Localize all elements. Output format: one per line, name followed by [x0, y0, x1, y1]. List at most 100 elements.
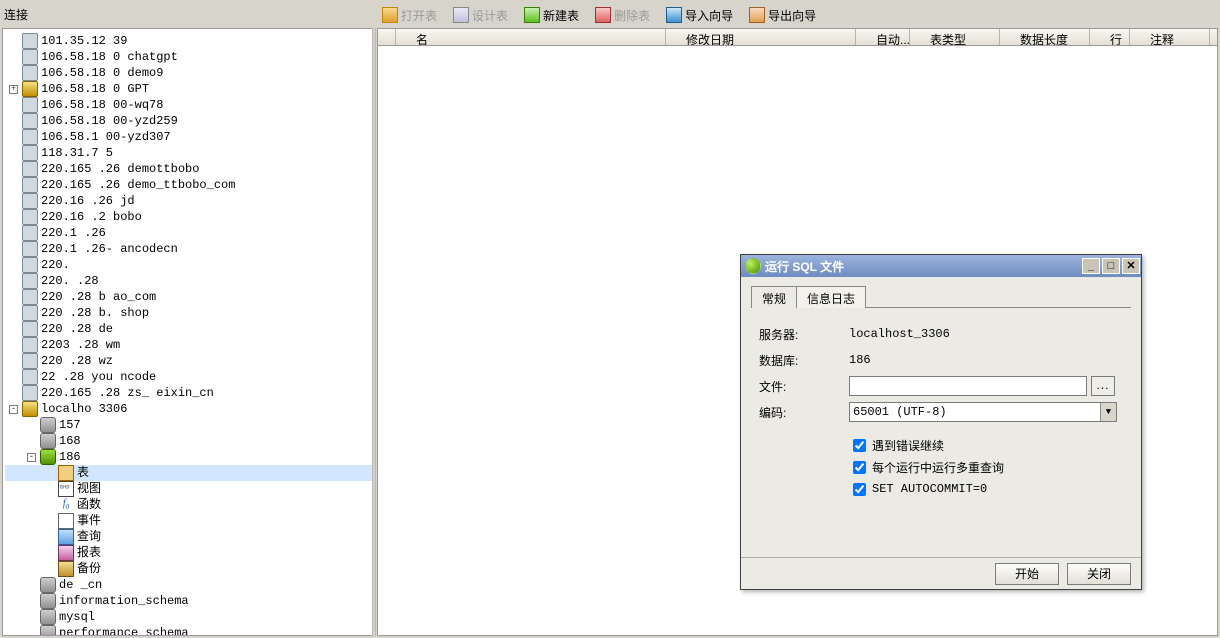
tree-node[interactable]: 220.165 .26 demo_ttbobo_com — [5, 177, 372, 193]
tree-node[interactable]: 视图 — [5, 481, 372, 497]
tree-node[interactable]: 220 .28 wz — [5, 353, 372, 369]
tree-node[interactable]: 168 — [5, 433, 372, 449]
delete-table-icon — [595, 7, 611, 23]
tree-node[interactable]: information_schema — [5, 593, 372, 609]
continue-on-error-row[interactable]: 遇到错误继续 — [849, 434, 1123, 456]
column-header[interactable]: 修改日期 — [666, 29, 856, 45]
tree-node[interactable]: 220.16 .26 jd — [5, 193, 372, 209]
node-icon — [58, 545, 74, 561]
tree-node[interactable]: 106.58.1 00-yzd307 — [5, 129, 372, 145]
close-button[interactable]: 关闭 — [1067, 563, 1131, 585]
node-icon — [22, 369, 38, 385]
tree-node[interactable]: 106.58.18 00-wq78 — [5, 97, 372, 113]
export-wizard-button[interactable]: 导出向导 — [743, 4, 822, 26]
node-label: 查询 — [77, 529, 101, 545]
node-label: 2203 .28 wm — [41, 337, 120, 353]
multi-query-checkbox[interactable] — [853, 461, 866, 474]
design-table-button[interactable]: 设计表 — [447, 4, 514, 26]
tree-node[interactable]: 表 — [5, 465, 372, 481]
tree-node[interactable]: 106.58.18 00-yzd259 — [5, 113, 372, 129]
delete-table-button[interactable]: 删除表 — [589, 4, 656, 26]
multi-query-row[interactable]: 每个运行中运行多重查询 — [849, 456, 1123, 478]
open-table-button[interactable]: 打开表 — [376, 4, 443, 26]
column-header[interactable] — [378, 29, 396, 45]
tree-node[interactable]: 106.58.18 0 chatgpt — [5, 49, 372, 65]
tree-node[interactable]: 220 .28 de — [5, 321, 372, 337]
left-panel-title: 连接 — [4, 8, 28, 22]
tab-general[interactable]: 常规 — [751, 286, 797, 308]
tree-node[interactable]: 备份 — [5, 561, 372, 577]
autocommit-checkbox[interactable] — [853, 483, 866, 496]
tree-node[interactable]: 2203 .28 wm — [5, 337, 372, 353]
column-header[interactable]: 名 — [396, 29, 666, 45]
node-icon — [40, 625, 56, 636]
node-icon — [22, 129, 38, 145]
tree-node[interactable]: 101.35.12 39 — [5, 33, 372, 49]
autocommit-row[interactable]: SET AUTOCOMMIT=0 — [849, 478, 1123, 500]
tree-node[interactable]: 118.31.7 5 — [5, 145, 372, 161]
new-table-button[interactable]: 新建表 — [518, 4, 585, 26]
node-label: 220 .28 de — [41, 321, 113, 337]
tree-node[interactable]: 157 — [5, 417, 372, 433]
node-icon — [40, 609, 56, 625]
column-header[interactable]: 自动... — [856, 29, 910, 45]
tree-node[interactable]: f0函数 — [5, 497, 372, 513]
node-icon — [22, 401, 38, 417]
node-label: de _cn — [59, 577, 102, 593]
file-input[interactable] — [849, 376, 1087, 396]
tree-node[interactable]: -186 — [5, 449, 372, 465]
left-panel-header: 连接 — [0, 4, 374, 26]
import-wizard-button[interactable]: 导入向导 — [660, 4, 739, 26]
column-header[interactable]: 数据长度 — [1000, 29, 1090, 45]
tree-node[interactable]: 220. — [5, 257, 372, 273]
tree-node[interactable]: performance_schema — [5, 625, 372, 636]
node-icon — [40, 417, 56, 433]
tree-node[interactable]: 220 .28 b. shop — [5, 305, 372, 321]
expand-toggle[interactable]: - — [9, 405, 18, 414]
tree-node[interactable]: 220.165 .26 demottbobo — [5, 161, 372, 177]
expand-toggle[interactable]: + — [9, 85, 18, 94]
node-label: 视图 — [77, 481, 101, 497]
node-icon — [22, 49, 38, 65]
close-window-button[interactable]: ✕ — [1122, 258, 1140, 274]
dialog-titlebar[interactable]: 运行 SQL 文件 _ □ ✕ — [741, 255, 1141, 277]
tree-node[interactable]: 220.165 .28 zs_ eixin_cn — [5, 385, 372, 401]
tree-node[interactable]: 220.1 .26- ancodecn — [5, 241, 372, 257]
node-icon — [58, 529, 74, 545]
export-icon — [749, 7, 765, 23]
tree-node[interactable]: 事件 — [5, 513, 372, 529]
node-label: 220. .28 — [41, 273, 99, 289]
node-icon — [58, 465, 74, 481]
encoding-select[interactable]: 65001 (UTF-8) ▼ — [849, 402, 1117, 422]
column-header[interactable]: 行 — [1090, 29, 1130, 45]
tree-node[interactable]: mysql — [5, 609, 372, 625]
connection-tree-panel[interactable]: 101.35.12 39106.58.18 0 chatgpt106.58.18… — [2, 28, 372, 636]
tree-node[interactable]: 查询 — [5, 529, 372, 545]
browse-button[interactable]: ... — [1091, 376, 1115, 396]
node-label: 220.16 .26 jd — [41, 193, 135, 209]
node-label: 220.165 .28 zs_ eixin_cn — [41, 385, 214, 401]
tree-node[interactable]: +106.58.18 0 GPT — [5, 81, 372, 97]
column-header[interactable]: 注释 — [1130, 29, 1210, 45]
node-icon — [22, 161, 38, 177]
expand-toggle[interactable]: - — [27, 453, 36, 462]
start-button[interactable]: 开始 — [995, 563, 1059, 585]
tree-node[interactable]: 220. .28 — [5, 273, 372, 289]
tree-node[interactable]: 106.58.18 0 demo9 — [5, 65, 372, 81]
tree-node[interactable]: -localho 3306 — [5, 401, 372, 417]
tree-node[interactable]: de _cn — [5, 577, 372, 593]
open-table-icon — [382, 7, 398, 23]
minimize-button[interactable]: _ — [1082, 258, 1100, 274]
vertical-splitter[interactable] — [372, 28, 376, 636]
tree-node[interactable]: 220.16 .2 bobo — [5, 209, 372, 225]
tree-node[interactable]: 220.1 .26 — [5, 225, 372, 241]
node-label: 220.1 .26- ancodecn — [41, 241, 178, 257]
maximize-button[interactable]: □ — [1102, 258, 1120, 274]
node-icon — [22, 289, 38, 305]
column-header[interactable]: 表类型 — [910, 29, 1000, 45]
tree-node[interactable]: 22 .28 you ncode — [5, 369, 372, 385]
tree-node[interactable]: 220 .28 b ao_com — [5, 289, 372, 305]
continue-on-error-checkbox[interactable] — [853, 439, 866, 452]
tab-log[interactable]: 信息日志 — [796, 286, 866, 308]
tree-node[interactable]: 报表 — [5, 545, 372, 561]
